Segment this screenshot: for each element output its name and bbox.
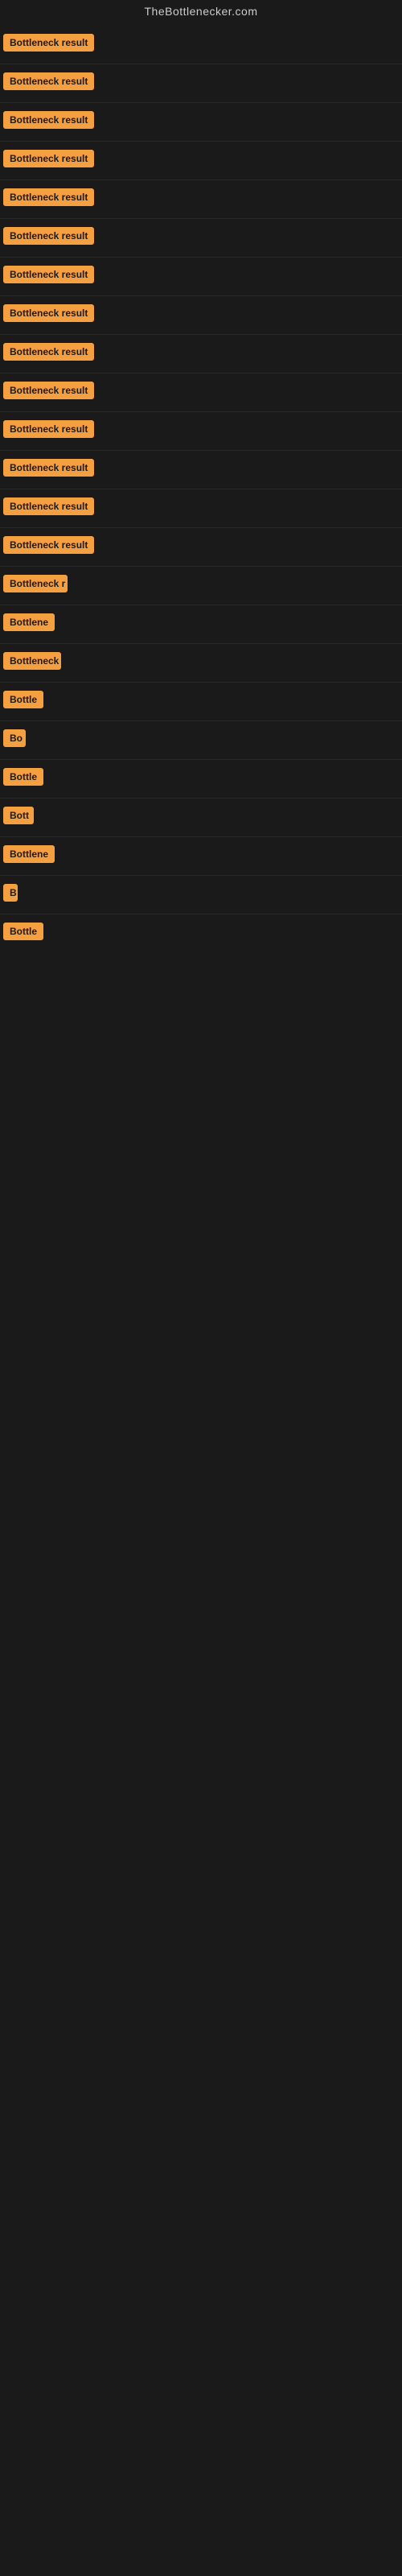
bottleneck-result-badge[interactable]: Bottleneck result xyxy=(3,150,94,167)
bottleneck-result-badge[interactable]: Bottleneck result xyxy=(3,266,94,283)
badge-row: Bottleneck result xyxy=(0,26,402,64)
badge-row: Bottleneck result xyxy=(0,412,402,451)
bottleneck-result-badge[interactable]: Bottleneck result xyxy=(3,34,94,52)
badge-row: Bottle xyxy=(0,683,402,721)
bottleneck-result-badge[interactable]: Bottleneck result xyxy=(3,304,94,322)
badge-row: Bottlene xyxy=(0,605,402,644)
bottleneck-result-badge[interactable]: Bottleneck xyxy=(3,652,61,670)
bottleneck-result-badge[interactable]: Bottleneck result xyxy=(3,497,94,515)
bottleneck-result-badge[interactable]: Bottleneck result xyxy=(3,420,94,438)
bottleneck-result-badge[interactable]: Bottleneck result xyxy=(3,536,94,554)
badge-row: Bottleneck result xyxy=(0,64,402,103)
badge-row: Bottleneck xyxy=(0,644,402,683)
badge-row: Bottleneck result xyxy=(0,103,402,142)
badge-row: Bott xyxy=(0,799,402,837)
badge-row: Bottleneck result xyxy=(0,180,402,219)
bottleneck-result-badge[interactable]: Bott xyxy=(3,807,34,824)
badge-row: Bottleneck result xyxy=(0,528,402,567)
badge-row: Bottleneck result xyxy=(0,374,402,412)
bottleneck-result-badge[interactable]: Bottlene xyxy=(3,613,55,631)
bottleneck-result-badge[interactable]: Bottleneck result xyxy=(3,227,94,245)
badge-row: Bottleneck result xyxy=(0,142,402,180)
bottleneck-result-badge[interactable]: Bottleneck result xyxy=(3,343,94,361)
bottleneck-result-badge[interactable]: Bo xyxy=(3,729,26,747)
badge-row: Bottleneck r xyxy=(0,567,402,605)
bottleneck-result-badge[interactable]: Bottleneck result xyxy=(3,72,94,90)
bottleneck-result-badge[interactable]: Bottleneck result xyxy=(3,188,94,206)
badge-row: Bottleneck result xyxy=(0,258,402,296)
badge-row: Bottle xyxy=(0,914,402,952)
bottleneck-result-badge[interactable]: Bottlene xyxy=(3,845,55,863)
bottleneck-result-badge[interactable]: Bottle xyxy=(3,691,43,708)
badge-row: Bottlene xyxy=(0,837,402,876)
bottleneck-result-badge[interactable]: Bottleneck result xyxy=(3,111,94,129)
bottleneck-result-badge[interactable]: Bottle xyxy=(3,768,43,786)
badge-row: Bottleneck result xyxy=(0,335,402,374)
bottleneck-result-badge[interactable]: B xyxy=(3,884,18,902)
badge-row: Bo xyxy=(0,721,402,760)
site-title: TheBottlenecker.com xyxy=(0,0,402,26)
bottleneck-result-badge[interactable]: Bottleneck result xyxy=(3,382,94,399)
bottleneck-result-badge[interactable]: Bottle xyxy=(3,923,43,940)
badge-row: Bottleneck result xyxy=(0,489,402,528)
badge-row: Bottleneck result xyxy=(0,451,402,489)
badge-row: B xyxy=(0,876,402,914)
badge-row: Bottleneck result xyxy=(0,296,402,335)
bottleneck-result-badge[interactable]: Bottleneck result xyxy=(3,459,94,477)
badge-row: Bottleneck result xyxy=(0,219,402,258)
badge-row: Bottle xyxy=(0,760,402,799)
bottleneck-result-badge[interactable]: Bottleneck r xyxy=(3,575,68,592)
